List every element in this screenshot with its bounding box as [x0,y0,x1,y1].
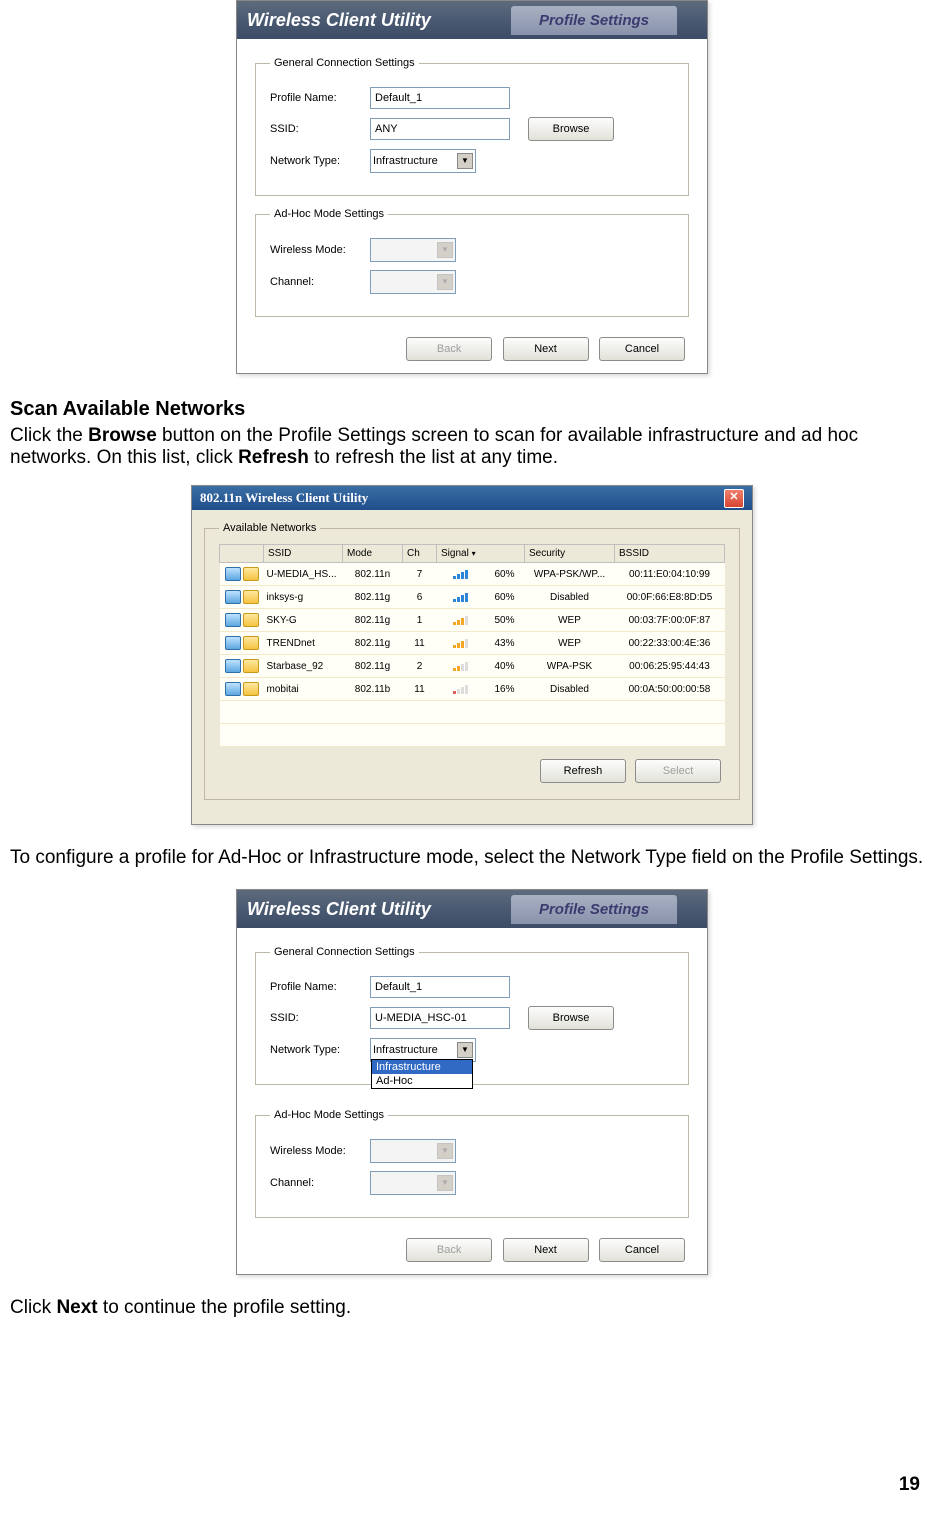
wireless-mode-label: Wireless Mode: [270,1145,370,1157]
signal-bars-icon [453,567,468,579]
signal-bars-icon [453,613,468,625]
network-type-label: Network Type: [270,155,370,167]
col-ssid[interactable]: SSID [264,545,343,563]
network-icon [225,682,241,696]
back-button: Back [406,337,492,361]
next-button[interactable]: Next [503,337,589,361]
available-networks-fieldset: Available Networks SSID Mode Ch Signal ▾… [204,522,740,800]
general-connection-fieldset: General Connection Settings Profile Name… [255,57,689,196]
next-button[interactable]: Next [503,1238,589,1262]
refresh-button[interactable]: Refresh [540,759,626,783]
available-networks-legend: Available Networks [219,522,320,534]
chevron-down-icon: ▼ [437,242,453,258]
adhoc-legend: Ad-Hoc Mode Settings [270,1109,388,1121]
scan-titlebar: 802.11n Wireless Client Utility ✕ [192,486,752,510]
adhoc-fieldset: Ad-Hoc Mode Settings Wireless Mode: ▼ Ch… [255,1109,689,1218]
network-icon [225,659,241,673]
chevron-down-icon: ▼ [437,1143,453,1159]
network-icon [225,613,241,627]
general-connection-fieldset: General Connection Settings Profile Name… [255,946,689,1085]
network-type-value: Infrastructure [373,1044,438,1056]
lock-icon [243,567,259,581]
network-type-select-open[interactable]: Infrastructure ▼ Infrastructure Ad-Hoc [370,1038,476,1062]
wireless-mode-select: ▼ [370,238,456,262]
signal-bars-icon [453,636,468,648]
col-security[interactable]: Security [525,545,615,563]
network-icon [225,590,241,604]
lock-icon [243,590,259,604]
channel-label: Channel: [270,276,370,288]
channel-select: ▼ [370,270,456,294]
col-mode[interactable]: Mode [343,545,403,563]
network-type-dropdown-list: Infrastructure Ad-Hoc [371,1059,473,1089]
browse-button[interactable]: Browse [528,1006,614,1030]
network-type-select[interactable]: Infrastructure ▼ [370,149,476,173]
general-connection-legend: General Connection Settings [270,57,419,69]
adhoc-fieldset: Ad-Hoc Mode Settings Wireless Mode: ▼ Ch… [255,208,689,317]
section-heading: Scan Available Networks [10,398,934,421]
para3-text: Click Next to continue the profile setti… [10,1297,351,1318]
app-header: Wireless Client Utility Profile Settings [237,1,707,39]
app-title: Wireless Client Utility [237,10,431,31]
ssid-input[interactable] [370,1007,510,1029]
lock-icon [243,659,259,673]
general-connection-legend: General Connection Settings [270,946,419,958]
chevron-down-icon: ▼ [437,1175,453,1191]
table-row[interactable]: SKY-G 802.11g 1 50% WEP 00:03:7F:00:0F:8… [220,609,725,632]
signal-bars-icon [453,659,468,671]
app-header: Wireless Client Utility Profile Settings [237,890,707,928]
chevron-down-icon: ▼ [457,153,473,169]
cancel-button[interactable]: Cancel [599,337,685,361]
network-type-label: Network Type: [270,1044,370,1056]
profile-name-label: Profile Name: [270,92,370,104]
network-icon [225,567,241,581]
profile-settings-window-1: Wireless Client Utility Profile Settings… [236,0,708,374]
ssid-label: SSID: [270,123,370,135]
tab-profile-settings: Profile Settings [511,6,677,35]
network-type-option-adhoc[interactable]: Ad-Hoc [372,1074,472,1088]
channel-select: ▼ [370,1171,456,1195]
adhoc-legend: Ad-Hoc Mode Settings [270,208,388,220]
ssid-input[interactable] [370,118,510,140]
wireless-mode-label: Wireless Mode: [270,244,370,256]
wireless-mode-select: ▼ [370,1139,456,1163]
para2-text: To configure a profile for Ad-Hoc or Inf… [10,847,923,868]
network-type-option-infrastructure[interactable]: Infrastructure [372,1060,472,1074]
profile-name-input[interactable] [370,87,510,109]
lock-icon [243,682,259,696]
back-button: Back [406,1238,492,1262]
table-row[interactable]: U-MEDIA_HS... 802.11n 7 60% WPA-PSK/WP..… [220,563,725,586]
profile-name-label: Profile Name: [270,981,370,993]
col-signal[interactable]: Signal ▾ [437,545,525,563]
network-type-value: Infrastructure [373,155,438,167]
select-button: Select [635,759,721,783]
app-title: Wireless Client Utility [237,899,431,920]
networks-table: SSID Mode Ch Signal ▾ Security BSSID U-M… [219,544,725,747]
table-row[interactable]: inksys-g 802.11g 6 60% Disabled 00:0F:66… [220,586,725,609]
signal-bars-icon [453,682,468,694]
profile-name-input[interactable] [370,976,510,998]
col-bssid[interactable]: BSSID [615,545,725,563]
table-row[interactable]: TRENDnet 802.11g 11 43% WEP 00:22:33:00:… [220,632,725,655]
cancel-button[interactable]: Cancel [599,1238,685,1262]
para1-text: Click the Browse button on the Profile S… [10,425,858,468]
profile-settings-window-2: Wireless Client Utility Profile Settings… [236,889,708,1275]
page-number: 19 [899,1474,920,1496]
scan-title: 802.11n Wireless Client Utility [200,490,368,506]
ssid-label: SSID: [270,1012,370,1024]
lock-icon [243,636,259,650]
table-row[interactable]: mobitai 802.11b 11 16% Disabled 00:0A:50… [220,678,725,701]
browse-button[interactable]: Browse [528,117,614,141]
close-icon[interactable]: ✕ [724,489,744,508]
table-row[interactable]: Starbase_92 802.11g 2 40% WPA-PSK 00:06:… [220,655,725,678]
signal-bars-icon [453,590,468,602]
tab-profile-settings: Profile Settings [511,895,677,924]
chevron-down-icon: ▼ [437,274,453,290]
network-icon [225,636,241,650]
channel-label: Channel: [270,1177,370,1189]
chevron-down-icon: ▼ [457,1042,473,1058]
col-ch[interactable]: Ch [403,545,437,563]
available-networks-window: 802.11n Wireless Client Utility ✕ Availa… [191,485,753,825]
lock-icon [243,613,259,627]
